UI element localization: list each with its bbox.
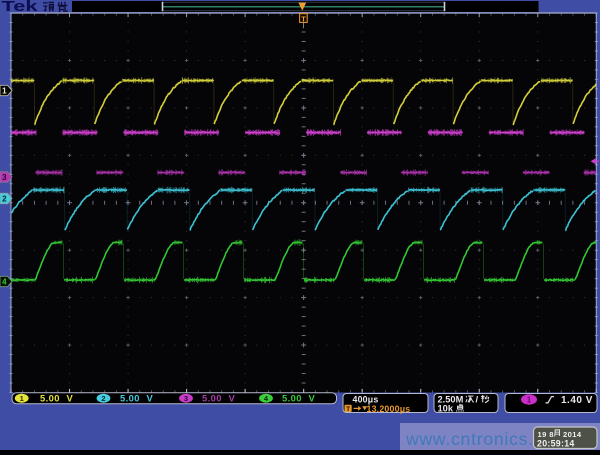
svg-text:V: V bbox=[309, 393, 316, 404]
svg-text:V: V bbox=[67, 393, 74, 404]
svg-text:4: 4 bbox=[2, 278, 7, 287]
svg-text:10k: 10k bbox=[438, 404, 454, 414]
svg-text:20:59:14: 20:59:14 bbox=[537, 438, 575, 448]
svg-text:V: V bbox=[147, 393, 154, 404]
svg-text:5.00: 5.00 bbox=[40, 393, 60, 404]
svg-text:5.00: 5.00 bbox=[202, 393, 222, 404]
svg-text:5.00: 5.00 bbox=[120, 393, 140, 404]
svg-text:2: 2 bbox=[2, 195, 7, 204]
svg-text:www.cntronics.c: www.cntronics.c bbox=[405, 429, 543, 449]
svg-text:13.2000μs: 13.2000μs bbox=[367, 404, 411, 414]
svg-text:1: 1 bbox=[2, 87, 7, 96]
svg-text:1: 1 bbox=[20, 394, 24, 403]
svg-text:1: 1 bbox=[527, 395, 532, 404]
svg-text:3: 3 bbox=[184, 394, 188, 403]
svg-text:/: / bbox=[476, 395, 479, 405]
svg-text:T: T bbox=[346, 406, 350, 413]
svg-text:3: 3 bbox=[2, 173, 7, 182]
svg-text:V: V bbox=[229, 393, 236, 404]
svg-text:T: T bbox=[301, 14, 306, 23]
svg-text:400μs: 400μs bbox=[353, 394, 379, 404]
svg-text:1.40 V: 1.40 V bbox=[561, 395, 593, 406]
svg-text:2: 2 bbox=[101, 394, 105, 403]
svg-text:5.00: 5.00 bbox=[282, 393, 302, 404]
